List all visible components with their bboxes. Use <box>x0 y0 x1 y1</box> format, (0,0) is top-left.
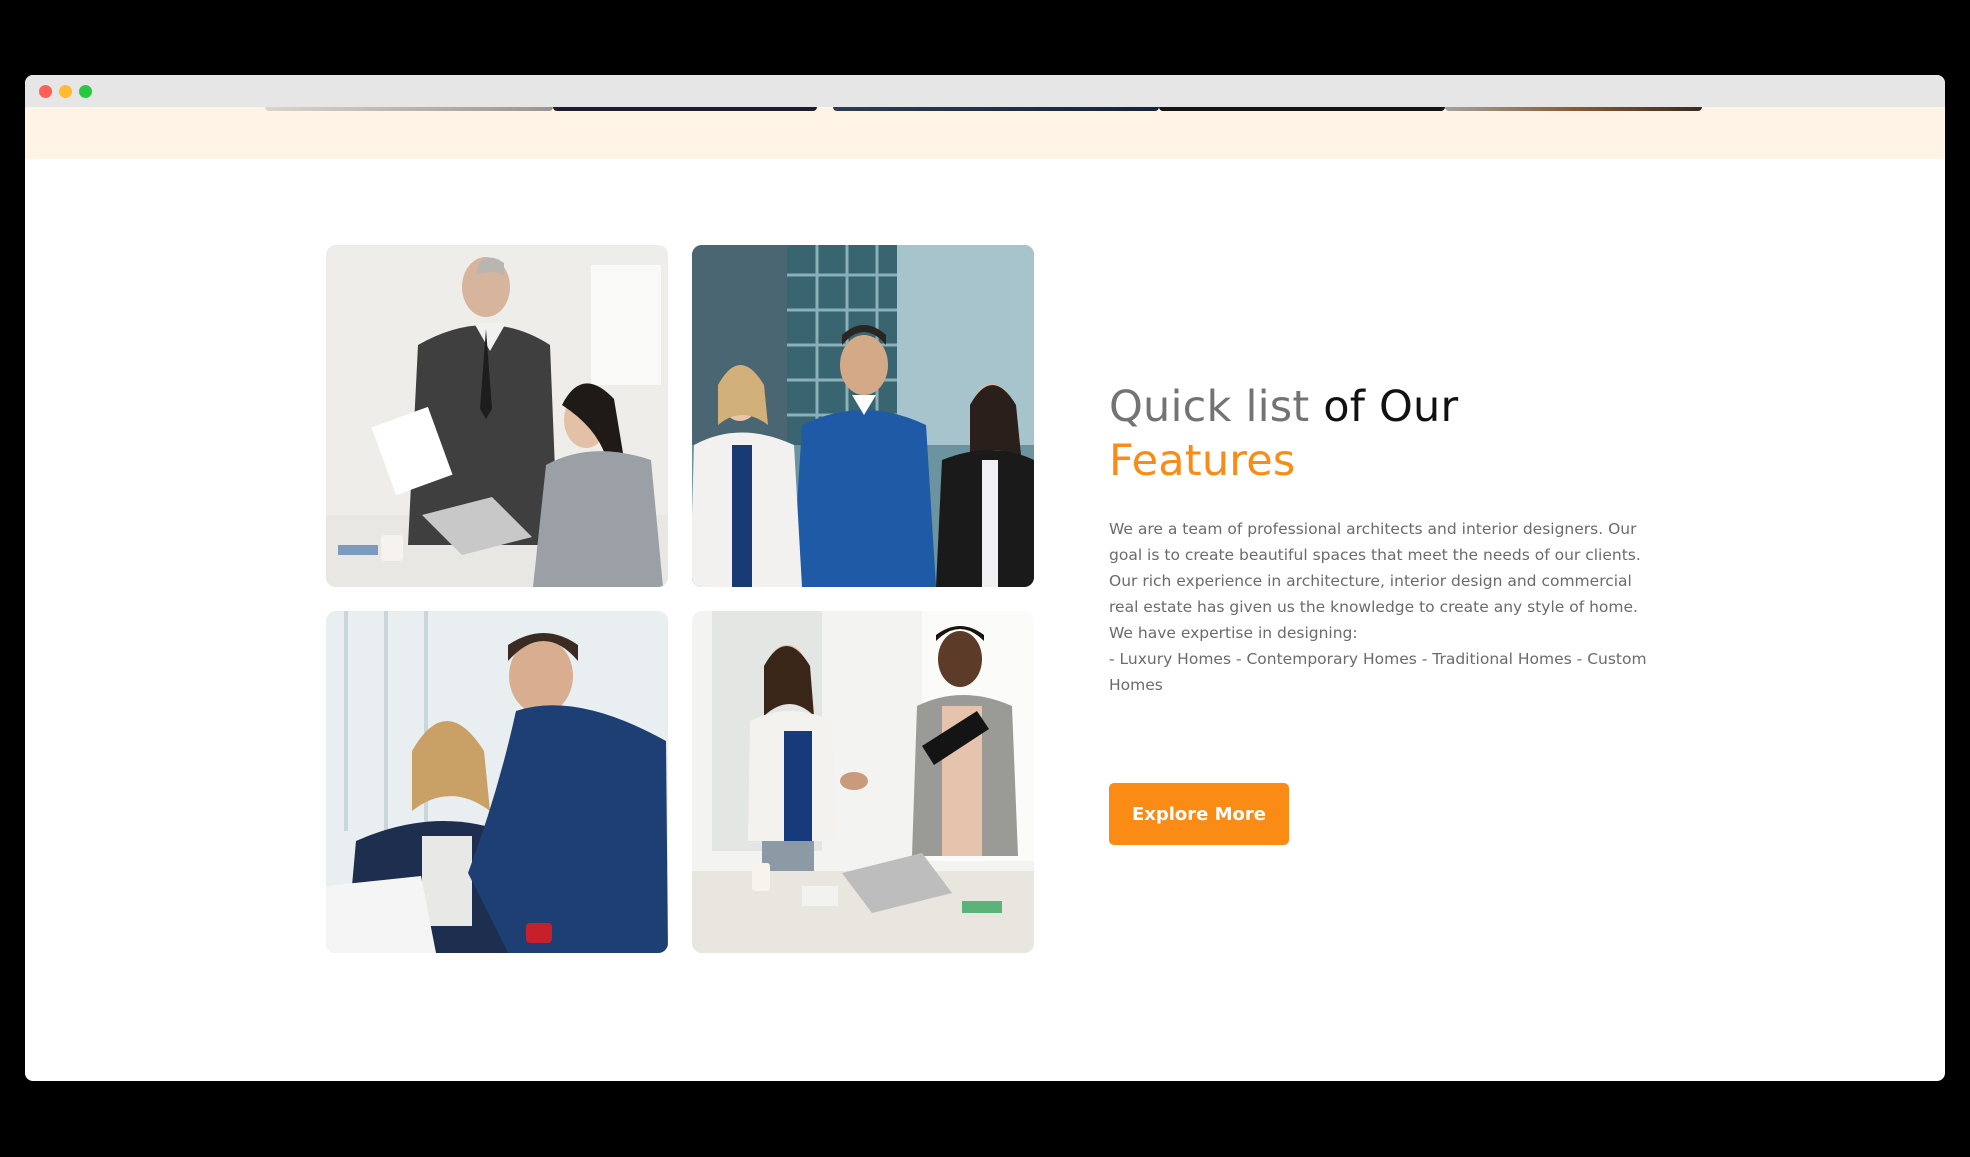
heading-part-of-our: of Our <box>1323 382 1459 432</box>
description-line: - Luxury Homes - Contemporary Homes - Tr… <box>1109 650 1647 694</box>
maximize-window-button[interactable] <box>79 85 92 98</box>
description-line: We have expertise in designing: <box>1109 624 1358 642</box>
heading-part-quick-list: Quick list <box>1109 382 1310 432</box>
heading-part-features: Features <box>1109 436 1296 486</box>
browser-window: Quick list of Our Features We are a team… <box>25 75 1945 1081</box>
office-meeting-photo <box>326 245 668 587</box>
carousel-image-edge <box>1159 107 1445 111</box>
handshake-office-photo <box>692 611 1034 953</box>
colleagues-laptop-photo <box>326 611 668 953</box>
minimize-window-button[interactable] <box>59 85 72 98</box>
description-line: We are a team of professional architects… <box>1109 520 1641 564</box>
carousel-image-edge <box>553 107 817 111</box>
title-bar <box>25 75 1945 107</box>
features-content: Quick list of Our Features We are a team… <box>1109 380 1649 845</box>
previous-section-band <box>25 107 1945 159</box>
carousel-image-edge <box>833 107 1159 111</box>
carousel-image-edge <box>1445 107 1702 111</box>
features-heading: Quick list of Our Features <box>1109 380 1649 488</box>
explore-more-button[interactable]: Explore More <box>1109 783 1289 845</box>
business-team-building-photo <box>692 245 1034 587</box>
close-window-button[interactable] <box>39 85 52 98</box>
description-line: Our rich experience in architecture, int… <box>1109 572 1638 616</box>
carousel-image-edge <box>265 107 553 111</box>
features-description: We are a team of professional architects… <box>1109 516 1649 698</box>
